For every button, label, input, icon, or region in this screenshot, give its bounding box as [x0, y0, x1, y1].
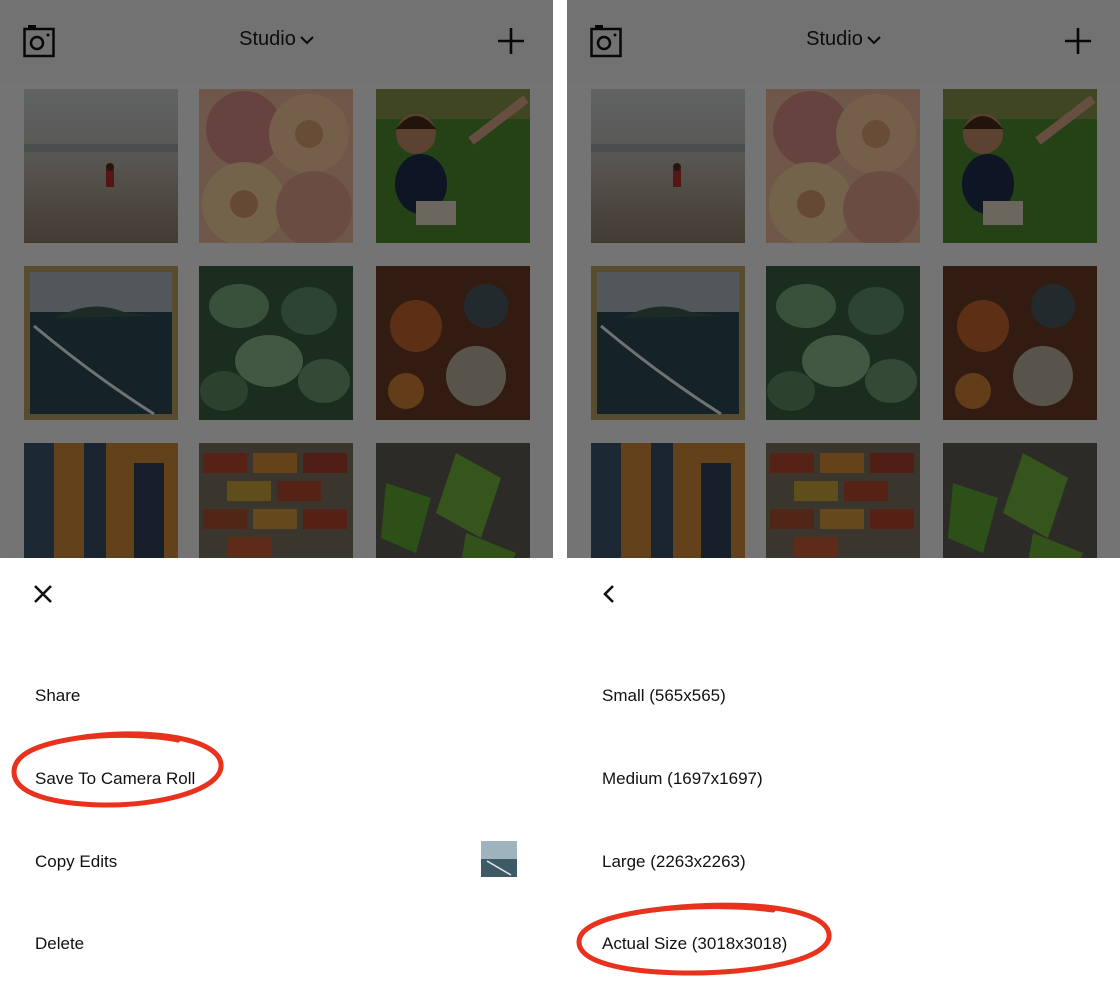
menu-item-save-to-camera-roll[interactable]: Save To Camera Roll — [35, 769, 195, 789]
studio-header: Studio — [567, 0, 1120, 83]
left-screen: Studio Share Save To Camera Roll Copy Ed… — [0, 0, 553, 984]
photo-thumbnail-lake-selected[interactable] — [24, 266, 178, 420]
size-option-large[interactable]: Large (2263x2263) — [602, 852, 746, 872]
size-option-medium[interactable]: Medium (1697x1697) — [602, 769, 763, 789]
photo-thumbnail-roses[interactable] — [199, 89, 353, 243]
size-option-small[interactable]: Small (565x565) — [602, 686, 726, 706]
menu-item-share[interactable]: Share — [35, 686, 80, 706]
studio-header: Studio — [0, 0, 553, 83]
chevron-down-icon — [300, 36, 314, 45]
plus-icon[interactable] — [497, 27, 525, 55]
photo-thumbnail-leaves[interactable] — [766, 266, 920, 420]
photo-thumbnail-child-grass[interactable] — [943, 89, 1097, 243]
plus-icon[interactable] — [1064, 27, 1092, 55]
photo-thumbnail-lake-selected[interactable] — [591, 266, 745, 420]
menu-item-delete[interactable]: Delete — [35, 934, 84, 954]
chevron-down-icon — [867, 36, 881, 45]
studio-dropdown[interactable]: Studio — [567, 28, 1120, 51]
save-size-sheet: Small (565x565) Medium (1697x1697) Large… — [567, 558, 1120, 984]
photo-thumbnail-roses[interactable] — [766, 89, 920, 243]
studio-dropdown[interactable]: Studio — [0, 28, 553, 51]
photo-thumbnail-beach[interactable] — [591, 89, 745, 243]
photo-thumbnail-beach[interactable] — [24, 89, 178, 243]
photo-thumbnail-rust[interactable] — [943, 266, 1097, 420]
copy-edits-thumbnail — [481, 841, 517, 877]
size-option-actual-size[interactable]: Actual Size (3018x3018) — [602, 934, 787, 954]
right-screen: Studio Small (565x565) Medium (1697x1697… — [567, 0, 1120, 984]
close-icon[interactable] — [32, 583, 54, 605]
back-chevron-icon[interactable] — [599, 583, 621, 605]
photo-thumbnail-rust[interactable] — [376, 266, 530, 420]
studio-title: Studio — [806, 28, 863, 50]
photo-grid — [0, 82, 553, 597]
photo-thumbnail-child-grass[interactable] — [376, 89, 530, 243]
photo-grid — [567, 82, 1120, 597]
action-sheet: Share Save To Camera Roll Copy Edits Del… — [0, 558, 553, 984]
studio-title: Studio — [239, 28, 296, 50]
menu-item-copy-edits[interactable]: Copy Edits — [35, 852, 117, 872]
photo-thumbnail-leaves[interactable] — [199, 266, 353, 420]
